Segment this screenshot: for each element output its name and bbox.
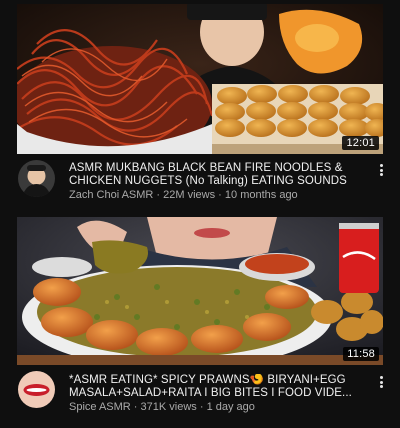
more-options-icon[interactable] xyxy=(376,164,386,176)
video-subline: Zach Choi ASMR · 22M views · 10 months a… xyxy=(69,189,369,202)
channel-avatar-icon[interactable] xyxy=(18,371,55,408)
view-count: 22M views xyxy=(163,189,216,201)
video-subline: Spice ASMR · 371K views · 1 day ago xyxy=(69,401,369,414)
channel-name[interactable]: Spice ASMR xyxy=(69,401,131,413)
video-thumbnail[interactable]: 12:01 xyxy=(17,4,383,154)
channel-avatar-icon[interactable] xyxy=(18,160,55,197)
video-meta: ASMR MUKBANG BLACK BEAN FIRE NOODLES & C… xyxy=(69,162,369,202)
video-meta: *ASMR EATING* SPICY PRAWNS🍤 BIRYANI+EGG … xyxy=(69,374,369,414)
upload-age: 10 months ago xyxy=(224,189,298,201)
video-title[interactable]: *ASMR EATING* SPICY PRAWNS🍤 BIRYANI+EGG … xyxy=(69,374,369,400)
more-options-icon[interactable] xyxy=(376,376,386,388)
video-duration-badge: 12:01 xyxy=(342,136,379,150)
separator: · xyxy=(153,189,164,201)
view-count: 371K views xyxy=(140,401,197,413)
separator: · xyxy=(215,189,225,201)
channel-name[interactable]: Zach Choi ASMR xyxy=(69,189,153,201)
upload-age: 1 day ago xyxy=(206,401,255,413)
separator: · xyxy=(196,401,207,413)
separator: · xyxy=(130,401,141,413)
video-thumbnail[interactable]: 11:58 xyxy=(17,217,383,365)
video-title[interactable]: ASMR MUKBANG BLACK BEAN FIRE NOODLES & C… xyxy=(69,162,369,188)
video-duration-badge: 11:58 xyxy=(343,347,379,361)
noodles-nuggets-thumbnail xyxy=(17,4,383,154)
prawns-biryani-thumbnail xyxy=(17,217,383,365)
